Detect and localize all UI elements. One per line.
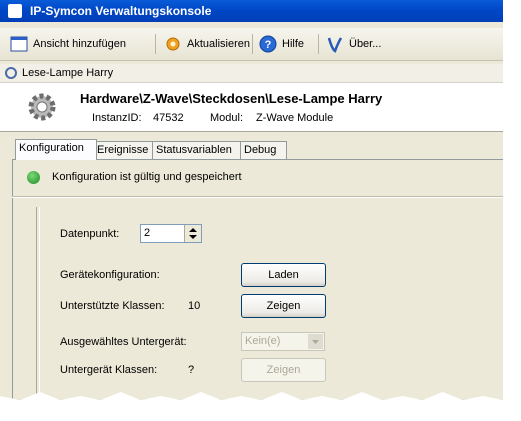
show-classes-button[interactable]: Zeigen	[241, 294, 326, 318]
add-view-button[interactable]: Ansicht hinzufügen	[10, 32, 126, 56]
title-bar: IP-Symcon Verwaltungskonsole	[0, 0, 503, 22]
check-icon	[27, 171, 40, 184]
gear-icon	[5, 67, 17, 79]
add-view-label: Ansicht hinzufügen	[33, 38, 126, 50]
divider-highlight	[12, 197, 503, 198]
gear-refresh-icon	[164, 35, 182, 53]
form-group-border	[36, 207, 40, 400]
window-title: IP-Symcon Verwaltungskonsole	[30, 4, 212, 18]
toolbar-separator	[155, 34, 156, 54]
about-icon	[326, 35, 344, 53]
app-icon	[8, 4, 22, 18]
chevron-down-icon	[308, 334, 323, 349]
subdevice-label: Ausgewähltes Untergerät:	[60, 336, 187, 348]
subdevice-classes-label: Untergerät Klassen:	[60, 364, 158, 376]
gear-icon	[26, 91, 58, 126]
supported-classes-label: Unterstützte Klassen:	[60, 300, 165, 312]
toolbar: Ansicht hinzufügen Aktualisieren ? Hilfe…	[0, 28, 503, 61]
tab-ereignisse[interactable]: Ereignisse	[93, 141, 155, 159]
add-view-icon	[10, 35, 28, 53]
app-window: IP-Symcon Verwaltungskonsole Ansicht hin…	[0, 0, 503, 400]
breadcrumb-label: Lese-Lampe Harry	[22, 67, 114, 79]
tab-konfiguration[interactable]: Konfiguration	[15, 139, 97, 160]
datapoint-label: Datenpunkt:	[60, 228, 120, 240]
instance-header: Hardware\Z-Wave\Steckdosen\Lese-Lampe Ha…	[0, 83, 503, 132]
instance-id-label: InstanzID:	[92, 112, 142, 124]
svg-text:?: ?	[265, 39, 272, 51]
instance-id-value: 47532	[153, 112, 184, 124]
datapoint-value: 2	[144, 227, 151, 239]
device-config-label: Gerätekonfiguration:	[60, 269, 160, 281]
tab-debug[interactable]: Debug	[240, 141, 287, 159]
spinner-arrows-icon[interactable]	[184, 225, 201, 242]
module-name: Z-Wave Module	[256, 112, 334, 124]
subdevice-select[interactable]: Kein(e)	[241, 332, 325, 351]
load-button[interactable]: Laden	[241, 263, 326, 287]
toolbar-separator	[318, 34, 319, 54]
about-label: Über...	[349, 38, 382, 50]
tab-statusvariablen[interactable]: Statusvariablen	[152, 141, 243, 159]
breadcrumb[interactable]: Lese-Lampe Harry	[0, 64, 503, 83]
subdevice-value: Kein(e)	[245, 335, 281, 347]
refresh-label: Aktualisieren	[187, 38, 250, 50]
show-subdevice-classes-button[interactable]: Zeigen	[241, 358, 326, 382]
module-label: Modul:	[210, 112, 244, 124]
status-message: Konfiguration ist gültig und gespeichert	[52, 171, 242, 183]
help-label: Hilfe	[282, 38, 305, 50]
supported-classes-count: 10	[188, 300, 201, 312]
refresh-button[interactable]: Aktualisieren	[164, 32, 250, 56]
subdevice-classes-value: ?	[188, 364, 195, 376]
help-icon: ?	[259, 35, 277, 53]
toolbar-separator	[252, 34, 253, 54]
instance-path: Hardware\Z-Wave\Steckdosen\Lese-Lampe Ha…	[80, 91, 383, 106]
about-button[interactable]: Über...	[326, 32, 381, 56]
help-button[interactable]: ? Hilfe	[259, 32, 304, 56]
datapoint-spinner[interactable]: 2	[140, 224, 202, 243]
